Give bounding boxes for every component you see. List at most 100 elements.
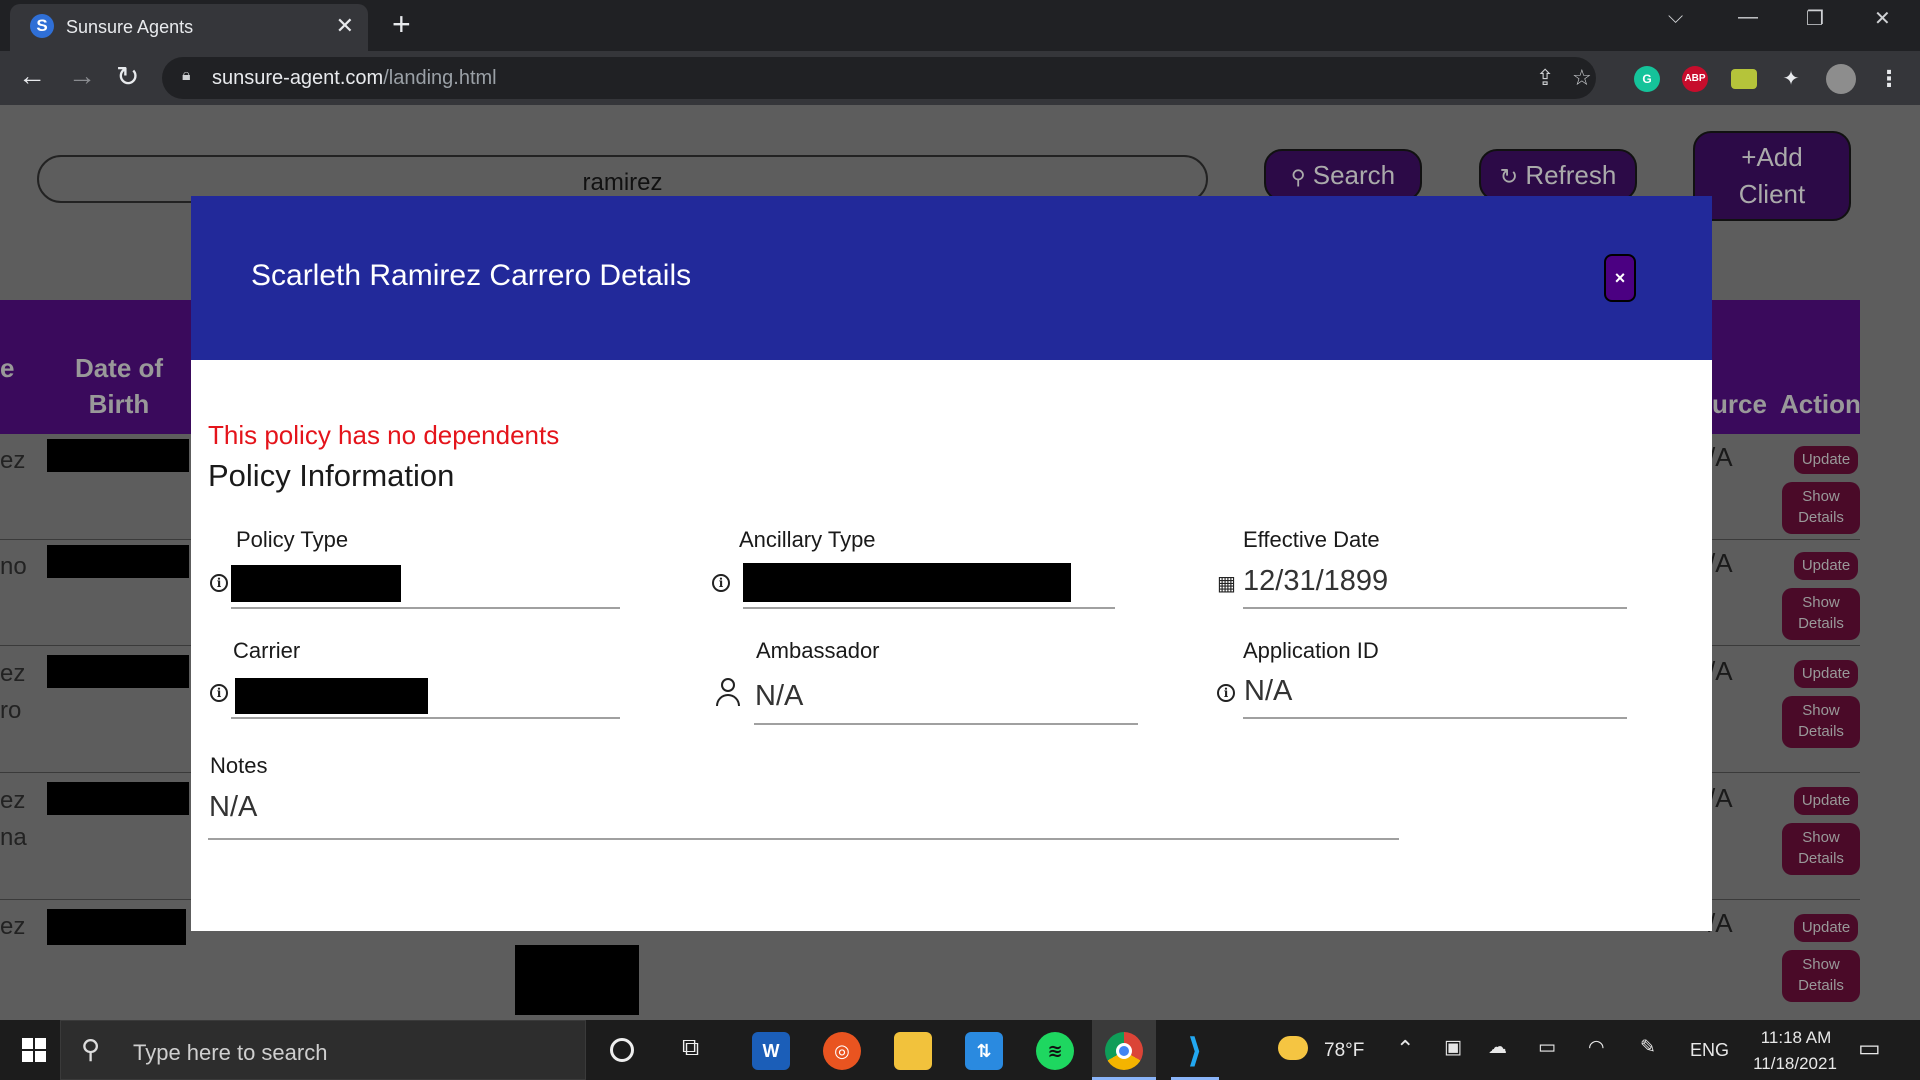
show-details-button[interactable]: Show Details	[1782, 588, 1860, 640]
reload-icon[interactable]: ↻	[116, 60, 139, 93]
restore-icon[interactable]: ❐	[1806, 6, 1824, 31]
vscode-icon[interactable]: ⟩	[1176, 1032, 1214, 1070]
tray-chevron-up-icon[interactable]: ⌃	[1396, 1036, 1414, 1062]
update-button[interactable]: Update	[1794, 787, 1858, 815]
refresh-button[interactable]: ↻ Refresh	[1479, 149, 1637, 201]
extensions-puzzle-icon[interactable]: ✦	[1778, 66, 1804, 92]
modal-close-button[interactable]: ×	[1604, 254, 1636, 302]
task-view-icon[interactable]: ⧉	[682, 1034, 699, 1062]
redacted-block	[47, 545, 189, 578]
tab-search-chevron-icon[interactable]: ⌵	[1668, 6, 1683, 29]
site-favicon-icon: S	[30, 14, 54, 38]
notes-value[interactable]: N/A	[209, 791, 257, 824]
forward-icon[interactable]: →	[68, 60, 96, 92]
policy-type-redacted	[231, 565, 401, 602]
row-name-cell: ez ro	[0, 660, 26, 724]
show-details-button[interactable]: Show Details	[1782, 482, 1860, 534]
info-icon: i	[712, 574, 730, 592]
ubuntu-icon[interactable]: ◎	[823, 1032, 861, 1070]
pen-icon[interactable]: ✎	[1640, 1036, 1656, 1059]
add-client-button[interactable]: +Add Client	[1693, 131, 1851, 221]
chrome-taskbar-button[interactable]	[1092, 1020, 1156, 1080]
add-client-label-line2: Client	[1738, 179, 1806, 209]
file-explorer-icon[interactable]	[894, 1032, 932, 1070]
show-details-button[interactable]: Show Details	[1782, 950, 1860, 1002]
url-text: sunsure-agent.com/landing.html	[212, 67, 497, 89]
application-id-label: Application ID	[1243, 638, 1379, 663]
notes-label: Notes	[210, 753, 268, 778]
person-icon	[715, 678, 741, 708]
redacted-block	[47, 782, 189, 815]
back-icon[interactable]: ←	[18, 60, 46, 92]
clock-time[interactable]: 11:18 AM	[1748, 1028, 1844, 1048]
search-icon: ⚲	[81, 1034, 101, 1064]
wifi-icon[interactable]: ◠	[1588, 1036, 1605, 1059]
policy-type-underline	[231, 607, 620, 609]
menu-kebab-icon[interactable]: ⋮	[1876, 66, 1902, 92]
spotify-icon[interactable]: ≋	[1036, 1032, 1074, 1070]
effective-date-underline	[1243, 607, 1627, 609]
language-indicator[interactable]: ENG	[1690, 1040, 1729, 1061]
transfer-app-icon[interactable]: ⇅	[965, 1032, 1003, 1070]
battery-icon[interactable]: ▭	[1538, 1036, 1556, 1059]
ambassador-value[interactable]: N/A	[755, 680, 803, 713]
ancillary-type-label: Ancillary Type	[739, 527, 876, 552]
windows-start-icon[interactable]	[22, 1038, 46, 1062]
update-button[interactable]: Update	[1794, 914, 1858, 942]
image-extension-icon[interactable]	[1731, 69, 1757, 89]
update-button[interactable]: Update	[1794, 446, 1858, 474]
window-close-icon[interactable]: ✕	[1874, 6, 1891, 31]
new-tab-icon[interactable]: +	[392, 6, 411, 43]
update-button[interactable]: Update	[1794, 660, 1858, 688]
carrier-label: Carrier	[233, 638, 301, 663]
show-details-button[interactable]: Show Details	[1782, 696, 1860, 748]
address-bar[interactable]: 🔒︎ sunsure-agent.com/landing.html ⇪ ☆	[162, 57, 1596, 99]
cortana-icon[interactable]	[610, 1038, 634, 1062]
info-icon: i	[210, 684, 228, 702]
clock-date[interactable]: 11/18/2021	[1740, 1054, 1850, 1074]
row-name-cell: ez na	[0, 787, 27, 851]
row-name-cell: ez	[0, 913, 26, 940]
effective-date-value[interactable]: 12/31/1899	[1243, 565, 1388, 598]
info-icon: i	[210, 574, 228, 592]
ambassador-underline	[754, 723, 1138, 725]
windows-taskbar: ⚲ Type here to search ⧉ W ◎ ⇅ ≋ ⟩ 78°F ⌃…	[0, 1020, 1920, 1080]
application-id-underline	[1243, 717, 1627, 719]
policy-type-label: Policy Type	[236, 527, 349, 552]
redacted-block	[515, 945, 639, 1015]
onedrive-icon[interactable]: ☁	[1488, 1036, 1507, 1059]
tab-title: Sunsure Agents	[66, 17, 194, 37]
profile-avatar[interactable]	[1826, 64, 1856, 94]
calendar-icon: ▦	[1217, 573, 1236, 595]
bookmark-star-icon[interactable]: ☆	[1572, 65, 1592, 91]
header-action: Action	[1780, 389, 1861, 419]
minimize-icon[interactable]: —	[1738, 6, 1758, 29]
tab-close-icon[interactable]: ✕	[336, 13, 354, 39]
no-dependents-message: This policy has no dependents	[208, 420, 560, 450]
effective-date-label: Effective Date	[1243, 527, 1380, 552]
browser-toolbar: ← → ↻ 🔒︎ sunsure-agent.com/landing.html …	[0, 51, 1920, 105]
application-id-value[interactable]: N/A	[1244, 675, 1292, 708]
info-icon: i	[1217, 684, 1235, 702]
weather-temp[interactable]: 78°F	[1324, 1040, 1364, 1062]
browser-tab[interactable]: S Sunsure Agents ✕	[10, 4, 368, 51]
add-client-label-line1: +Add	[1741, 142, 1803, 172]
browser-tab-strip: S Sunsure Agents ✕ + ⌵ — ❐ ✕	[0, 0, 1920, 51]
carrier-underline	[231, 717, 620, 719]
update-button[interactable]: Update	[1794, 552, 1858, 580]
row-name-cell: ez	[0, 447, 26, 474]
share-icon[interactable]: ⇪	[1536, 65, 1554, 91]
search-button[interactable]: ⚲ Search	[1264, 149, 1422, 201]
weather-icon[interactable]	[1278, 1036, 1308, 1060]
word-icon[interactable]: W	[752, 1032, 790, 1070]
modal-title: Scarleth Ramirez Carrero Details	[251, 259, 692, 292]
notifications-icon[interactable]: ▭	[1858, 1034, 1881, 1063]
grammarly-icon[interactable]: G	[1634, 66, 1660, 92]
header-source: urce	[1712, 389, 1767, 419]
ancillary-type-redacted	[743, 563, 1071, 602]
meet-now-icon[interactable]: ▣	[1444, 1036, 1462, 1059]
chrome-icon	[1105, 1032, 1143, 1070]
adblock-plus-icon[interactable]: ABP	[1682, 66, 1708, 92]
show-details-button[interactable]: Show Details	[1782, 823, 1860, 875]
taskbar-search-box[interactable]: ⚲ Type here to search	[60, 1020, 586, 1080]
